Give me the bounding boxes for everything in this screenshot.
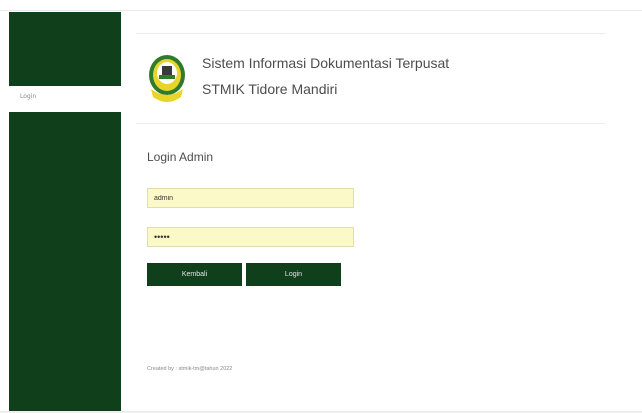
sidebar-body xyxy=(9,112,121,413)
stmik-logo-icon xyxy=(149,55,185,102)
password-input[interactable] xyxy=(147,227,354,247)
username-input[interactable] xyxy=(147,188,354,208)
logo-emblem xyxy=(162,66,172,75)
footer-credit: Created by : stmik-tm@tahun 2022 xyxy=(147,366,233,372)
header-divider-bottom xyxy=(136,123,606,124)
logo-banner xyxy=(159,75,175,79)
login-button[interactable]: Login xyxy=(246,263,341,286)
site-title: Sistem Informasi Dokumentasi Terpusat xyxy=(202,55,450,71)
back-button[interactable]: Kembali xyxy=(147,263,242,286)
header-divider-top xyxy=(136,33,606,34)
sidebar-header xyxy=(9,12,121,86)
site-subtitle: STMIK Tidore Mandiri xyxy=(202,81,338,97)
page: Login Sistem Informasi Dokumentasi Terpu… xyxy=(0,0,642,413)
top-divider xyxy=(0,10,642,11)
sidebar-item-login[interactable]: Login xyxy=(20,93,36,100)
login-heading: Login Admin xyxy=(147,150,214,164)
